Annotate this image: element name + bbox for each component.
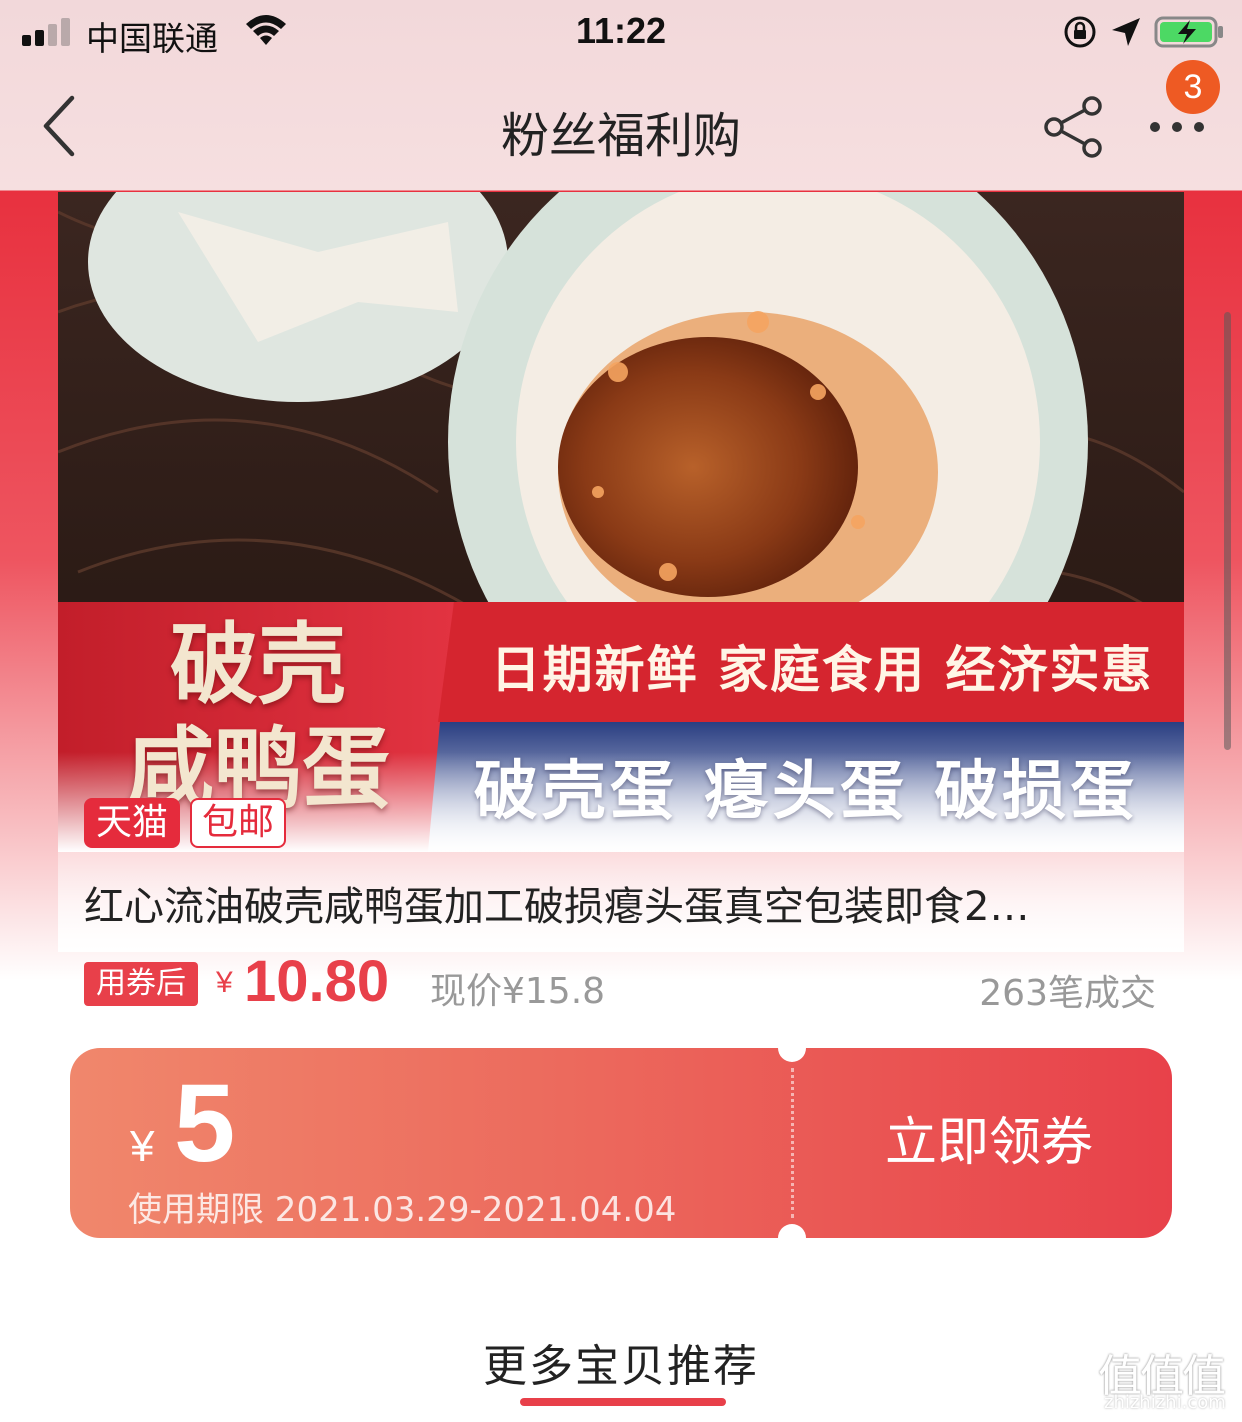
coupon-amount: 5 [174, 1062, 236, 1185]
current-price: 现价¥15.8 [430, 971, 606, 1012]
coupon-card[interactable]: ¥ 5 使用期限 2021.03.29-2021.04.04 立即领券 [70, 1048, 1172, 1238]
coupon-currency: ¥ [130, 1122, 155, 1171]
coupon-price: 10.80 [244, 949, 390, 1014]
sales-count: 263笔成交 [979, 973, 1156, 1014]
navigation-bar: 粉丝福利购 3 [0, 60, 1242, 190]
free-shipping-tag: 包邮 [190, 798, 287, 848]
watermark-url: zhizhizhi.com [1104, 1392, 1226, 1413]
status-bar: 中国联通 11:22 [0, 0, 1242, 66]
coupon-notch [778, 1048, 806, 1062]
scrollbar[interactable] [1224, 312, 1231, 750]
battery-icon [1154, 16, 1223, 48]
after-coupon-tag: 用券后 [84, 962, 198, 1006]
banner-slogan-1: 日期新鲜 家庭食用 经济实惠 [490, 641, 1154, 699]
product-title[interactable]: 红心流油破壳咸鸭蛋加工破损瘪头蛋真空包装即食2… [84, 874, 1154, 932]
notification-badge: 3 [1166, 60, 1220, 114]
location-arrow-icon [1112, 18, 1140, 46]
banner-title-line1: 破壳 [169, 612, 346, 716]
coupon-notch [778, 1224, 806, 1238]
claim-coupon-button[interactable]: 立即领券 [806, 1048, 1172, 1238]
watermark-logo: 值值值 zhizhizhi.com [1094, 1340, 1234, 1420]
coupon-divider [791, 1068, 794, 1218]
banner-title: 破壳 咸鸭蛋 [88, 612, 428, 820]
rotation-lock-icon [1064, 16, 1096, 48]
coupon-validity: 使用期限 2021.03.29-2021.04.04 [128, 1190, 677, 1230]
heading-underline [520, 1398, 726, 1406]
banner-slogan-2: 破壳蛋 瘪头蛋 破损蛋 [473, 755, 1139, 829]
tmall-tag: 天猫 [84, 798, 181, 848]
price-currency: ¥ [216, 966, 233, 999]
clock-time: 11:22 [575, 10, 667, 51]
more-recommend-heading[interactable]: 更多宝贝推荐 [0, 1330, 1242, 1394]
product-card[interactable]: 破壳 咸鸭蛋 日期新鲜 家庭食用 经济实惠 破壳蛋 瘪头蛋 破损蛋 天猫 包邮 [58, 192, 1184, 952]
share-icon[interactable] [1040, 94, 1106, 160]
